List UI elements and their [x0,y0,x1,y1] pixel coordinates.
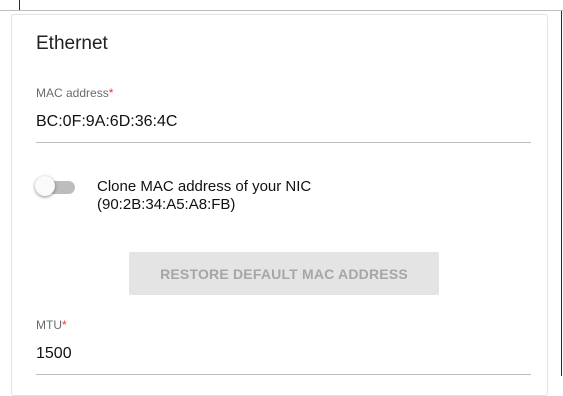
nic-mac-address: (90:2B:34:A5:A8:FB) [97,196,236,213]
top-strip [0,0,563,11]
mac-address-label: MAC address* [36,86,113,100]
mac-address-underline [36,142,531,143]
top-strip-divider [19,0,20,10]
mac-address-input[interactable]: BC:0F:9A:6D:36:4C [36,113,177,131]
required-asterisk: * [62,318,67,332]
mtu-underline [36,374,531,375]
mtu-label: MTU* [36,318,67,332]
mtu-input[interactable]: 1500 [36,345,72,363]
mac-address-label-text: MAC address [36,86,109,100]
restore-default-mac-button[interactable]: RESTORE DEFAULT MAC ADDRESS [129,252,439,295]
clone-mac-label[interactable]: Clone MAC address of your NIC (90:2B:34:… [97,178,311,214]
mtu-label-text: MTU [36,318,62,332]
clone-mac-toggle[interactable] [35,176,79,198]
toggle-thumb [35,176,55,196]
required-asterisk: * [108,86,114,100]
section-title: Ethernet [36,33,108,54]
clone-mac-label-text: Clone MAC address of your NIC [97,178,312,195]
